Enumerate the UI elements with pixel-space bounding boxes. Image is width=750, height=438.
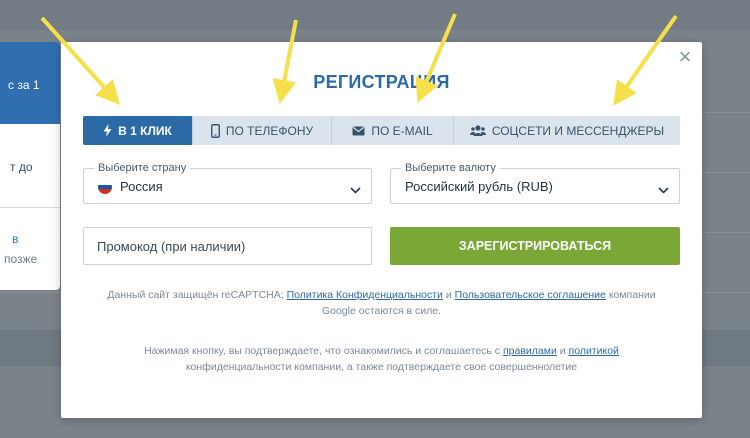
arrow-icon: [415, 13, 457, 104]
arrow-icon: [272, 19, 298, 104]
arrow-icon: [40, 16, 121, 105]
arrow-icon: [613, 14, 678, 106]
annotation-arrows: [40, 13, 678, 106]
